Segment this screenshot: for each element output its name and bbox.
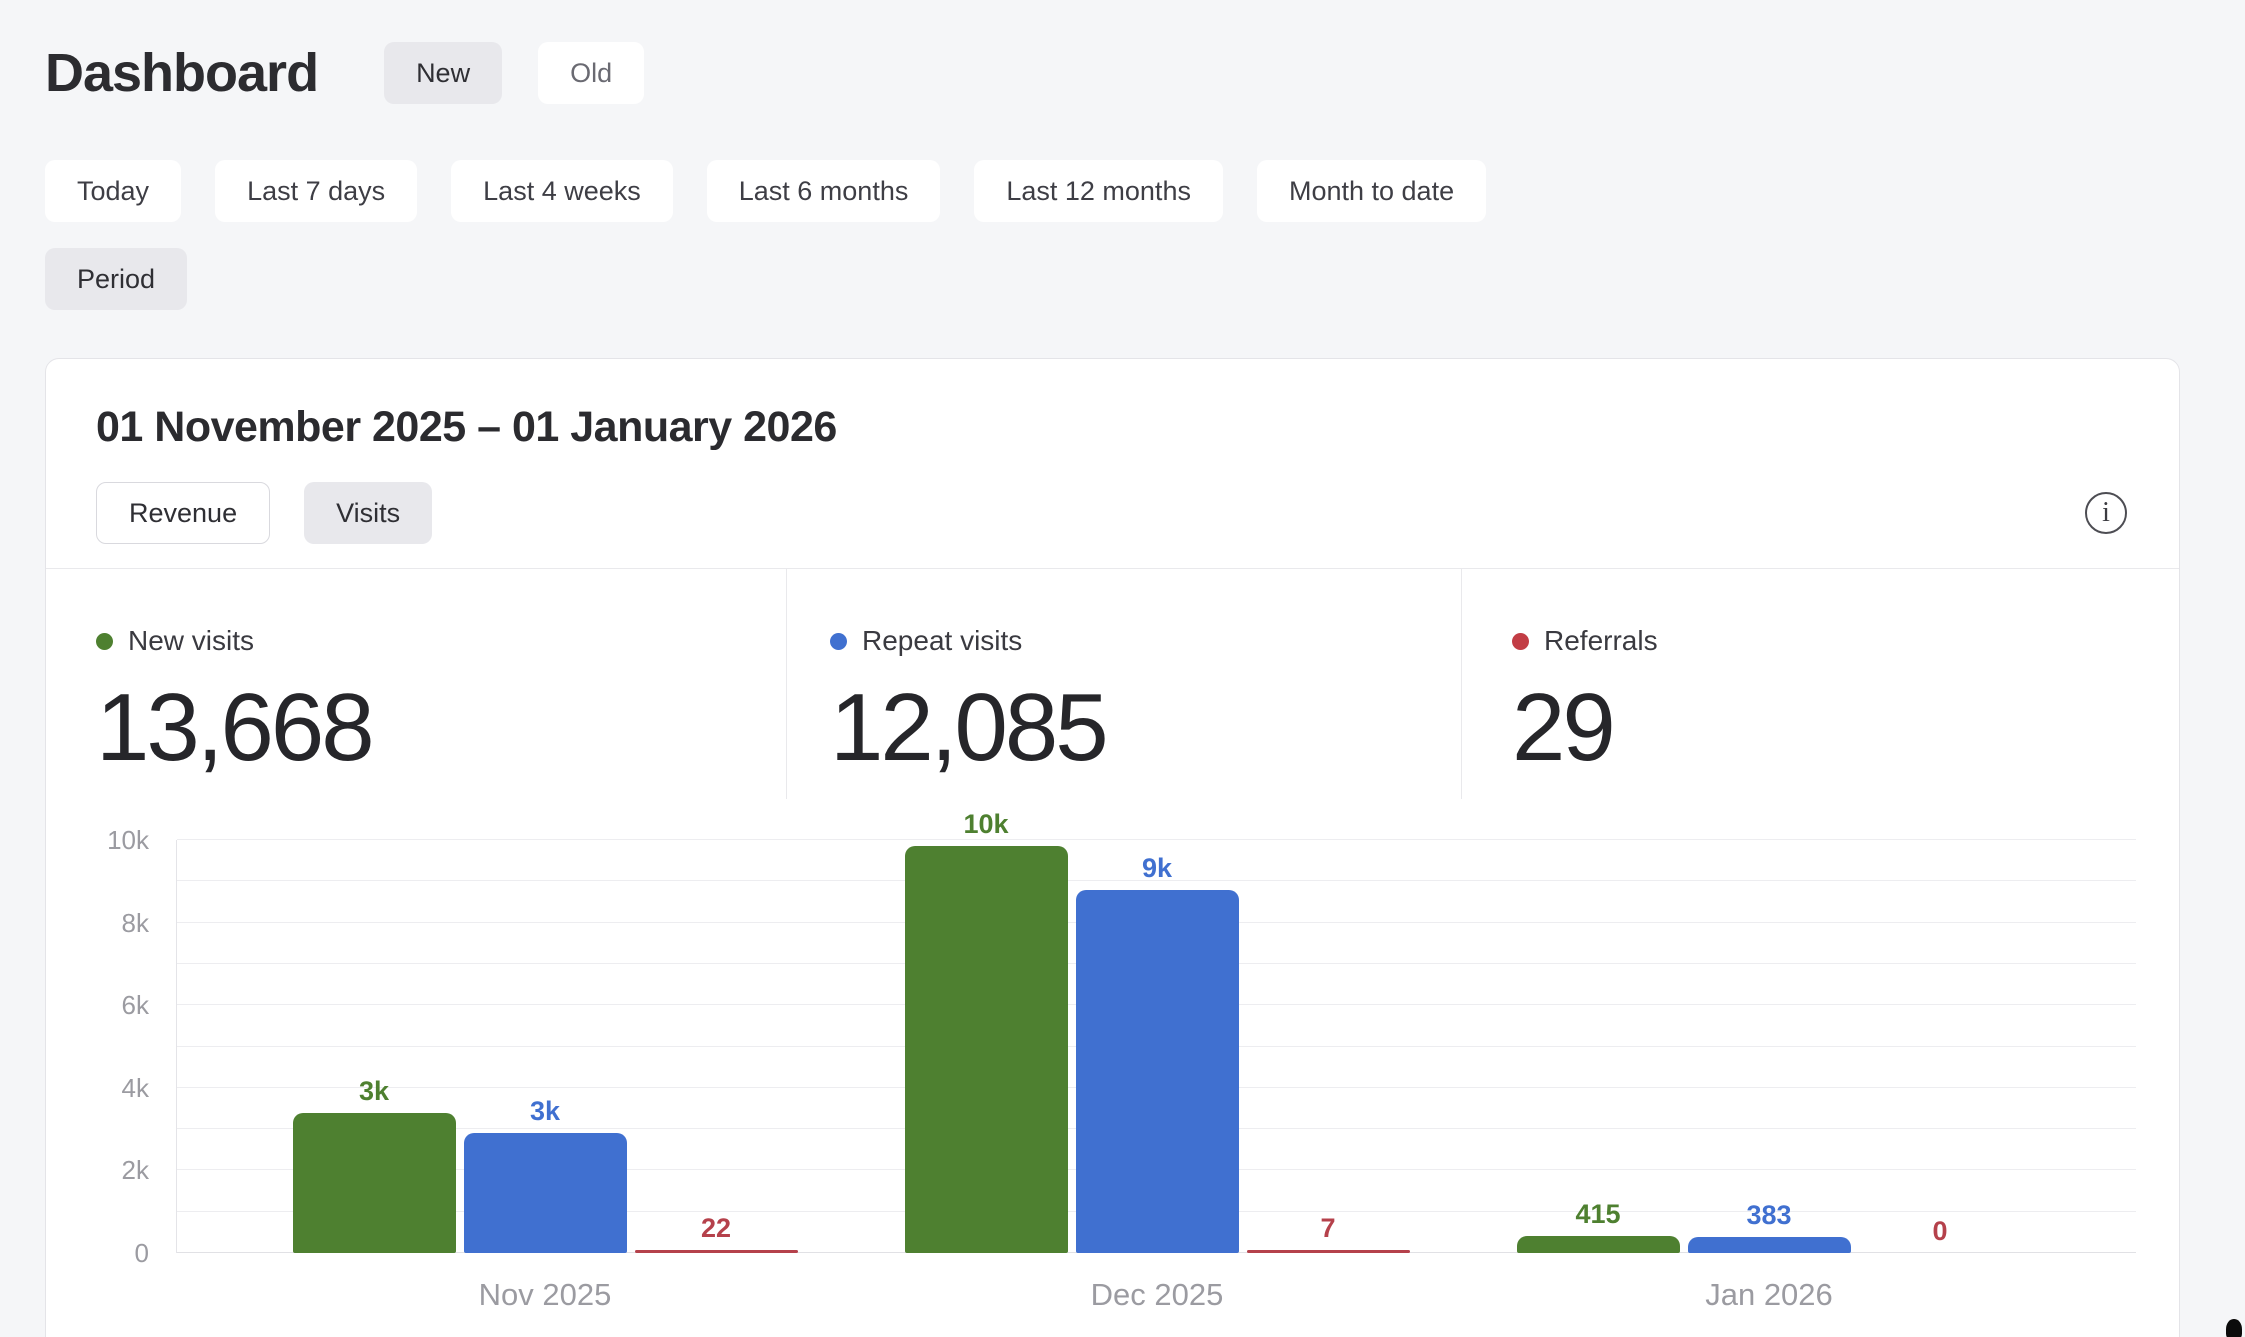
dashboard-card: 01 November 2025 – 01 January 2026 Reven… <box>45 358 2180 1337</box>
bar-slot-referrals-nov-2025: 22 <box>635 840 798 1253</box>
metric-type-tabs: Revenue Visits <box>96 482 432 544</box>
bar-slot-repeat-visits-jan-2026: 383 <box>1688 840 1851 1253</box>
bar-new-visits-nov-2025[interactable] <box>293 1113 456 1253</box>
metric-header: Repeat visits <box>830 625 1461 657</box>
top-bar: Dashboard New Old <box>0 0 2245 104</box>
metric-new-visits: New visits 13,668 <box>46 569 786 799</box>
metric-referrals: Referrals 29 <box>1461 569 2179 799</box>
bar-value-label: 22 <box>635 1213 798 1244</box>
new-visits-legend-dot <box>96 633 113 650</box>
repeat-visits-legend-dot <box>830 633 847 650</box>
y-axis-tick-label: 0 <box>45 1238 149 1268</box>
bar-group-dec-2025: 10k 9k 7 <box>905 840 1410 1253</box>
referrals-legend-dot <box>1512 633 1529 650</box>
bar-value-label: 383 <box>1688 1200 1851 1231</box>
view-toggle-old[interactable]: Old <box>538 42 644 104</box>
metric-value: 29 <box>1512 673 2179 783</box>
filter-month-to-date[interactable]: Month to date <box>1257 160 1486 222</box>
filter-last-6-months[interactable]: Last 6 months <box>707 160 941 222</box>
x-axis-label-dec-2025: Dec 2025 <box>905 1277 1410 1313</box>
bar-referrals-dec-2025[interactable] <box>1247 1250 1410 1253</box>
bar-slot-repeat-visits-dec-2025: 9k <box>1076 840 1239 1253</box>
bar-value-label: 3k <box>464 1096 627 1127</box>
tab-revenue[interactable]: Revenue <box>96 482 270 544</box>
y-axis-tick-label: 2k <box>45 1155 149 1185</box>
metrics-summary: New visits13,668Repeat visits12,085Refer… <box>46 569 2179 799</box>
bar-new-visits-jan-2026[interactable] <box>1517 1236 1680 1253</box>
filters-row-2: Period <box>0 248 2245 310</box>
bar-slot-new-visits-jan-2026: 415 <box>1517 840 1680 1253</box>
bar-value-label: 415 <box>1517 1199 1680 1230</box>
tabs-row: Revenue Visits i <box>96 482 2129 544</box>
metric-value: 12,085 <box>830 673 1461 783</box>
page-title: Dashboard <box>45 42 318 104</box>
metric-label: Repeat visits <box>862 625 1022 657</box>
tab-visits[interactable]: Visits <box>304 482 432 544</box>
metric-value: 13,668 <box>96 673 786 783</box>
y-axis-tick-label: 6k <box>45 990 149 1020</box>
filters-row-1: Today Last 7 days Last 4 weeks Last 6 month… <box>0 160 2245 222</box>
filter-last-4-weeks[interactable]: Last 4 weeks <box>451 160 673 222</box>
bar-repeat-visits-dec-2025[interactable] <box>1076 890 1239 1253</box>
view-toggle: New Old <box>384 42 644 104</box>
info-icon-glyph: i <box>2102 497 2110 529</box>
bar-referrals-nov-2025[interactable] <box>635 1250 798 1253</box>
metric-header: Referrals <box>1512 625 2179 657</box>
filter-today[interactable]: Today <box>45 160 181 222</box>
filter-last-7-days[interactable]: Last 7 days <box>215 160 417 222</box>
card-header: 01 November 2025 – 01 January 2026 Reven… <box>46 359 2179 569</box>
bar-group-jan-2026: 415 383 0 <box>1517 840 2022 1253</box>
bar-repeat-visits-jan-2026[interactable] <box>1688 1237 1851 1253</box>
filter-period[interactable]: Period <box>45 248 187 310</box>
bar-repeat-visits-nov-2025[interactable] <box>464 1133 627 1253</box>
y-axis-tick-label: 8k <box>45 908 149 938</box>
y-axis-tick-label: 10k <box>45 825 149 855</box>
filter-last-12-months[interactable]: Last 12 months <box>974 160 1223 222</box>
cursor <box>2226 1319 2242 1337</box>
bar-value-label: 3k <box>293 1076 456 1107</box>
bar-slot-referrals-jan-2026: 0 <box>1859 840 2022 1253</box>
metric-label: New visits <box>128 625 254 657</box>
metric-repeat-visits: Repeat visits 12,085 <box>786 569 1461 799</box>
bar-value-label: 0 <box>1859 1216 2022 1247</box>
x-axis-label-nov-2025: Nov 2025 <box>293 1277 798 1313</box>
bar-group-nov-2025: 3k 3k 22 <box>293 840 798 1253</box>
y-axis-tick-label: 4k <box>45 1073 149 1103</box>
bar-value-label: 9k <box>1076 853 1239 884</box>
bar-slot-repeat-visits-nov-2025: 3k <box>464 840 627 1253</box>
bar-slot-new-visits-dec-2025: 10k <box>905 840 1068 1253</box>
metric-label: Referrals <box>1544 625 1658 657</box>
x-axis-label-jan-2026: Jan 2026 <box>1517 1277 2022 1313</box>
bar-value-label: 10k <box>905 809 1068 840</box>
date-range-title: 01 November 2025 – 01 January 2026 <box>96 403 2129 452</box>
bar-new-visits-dec-2025[interactable] <box>905 846 1068 1253</box>
bar-slot-referrals-dec-2025: 7 <box>1247 840 1410 1253</box>
chart-plot-area: 02k4k6k8k10k3k3k22Nov 202510k9k7Dec 2025… <box>176 840 2136 1253</box>
view-toggle-new[interactable]: New <box>384 42 502 104</box>
bar-value-label: 7 <box>1247 1213 1410 1244</box>
visits-bar-chart: 02k4k6k8k10k3k3k22Nov 202510k9k7Dec 2025… <box>46 840 2179 1253</box>
bar-slot-new-visits-nov-2025: 3k <box>293 840 456 1253</box>
metric-header: New visits <box>96 625 786 657</box>
info-icon[interactable]: i <box>2085 492 2127 534</box>
